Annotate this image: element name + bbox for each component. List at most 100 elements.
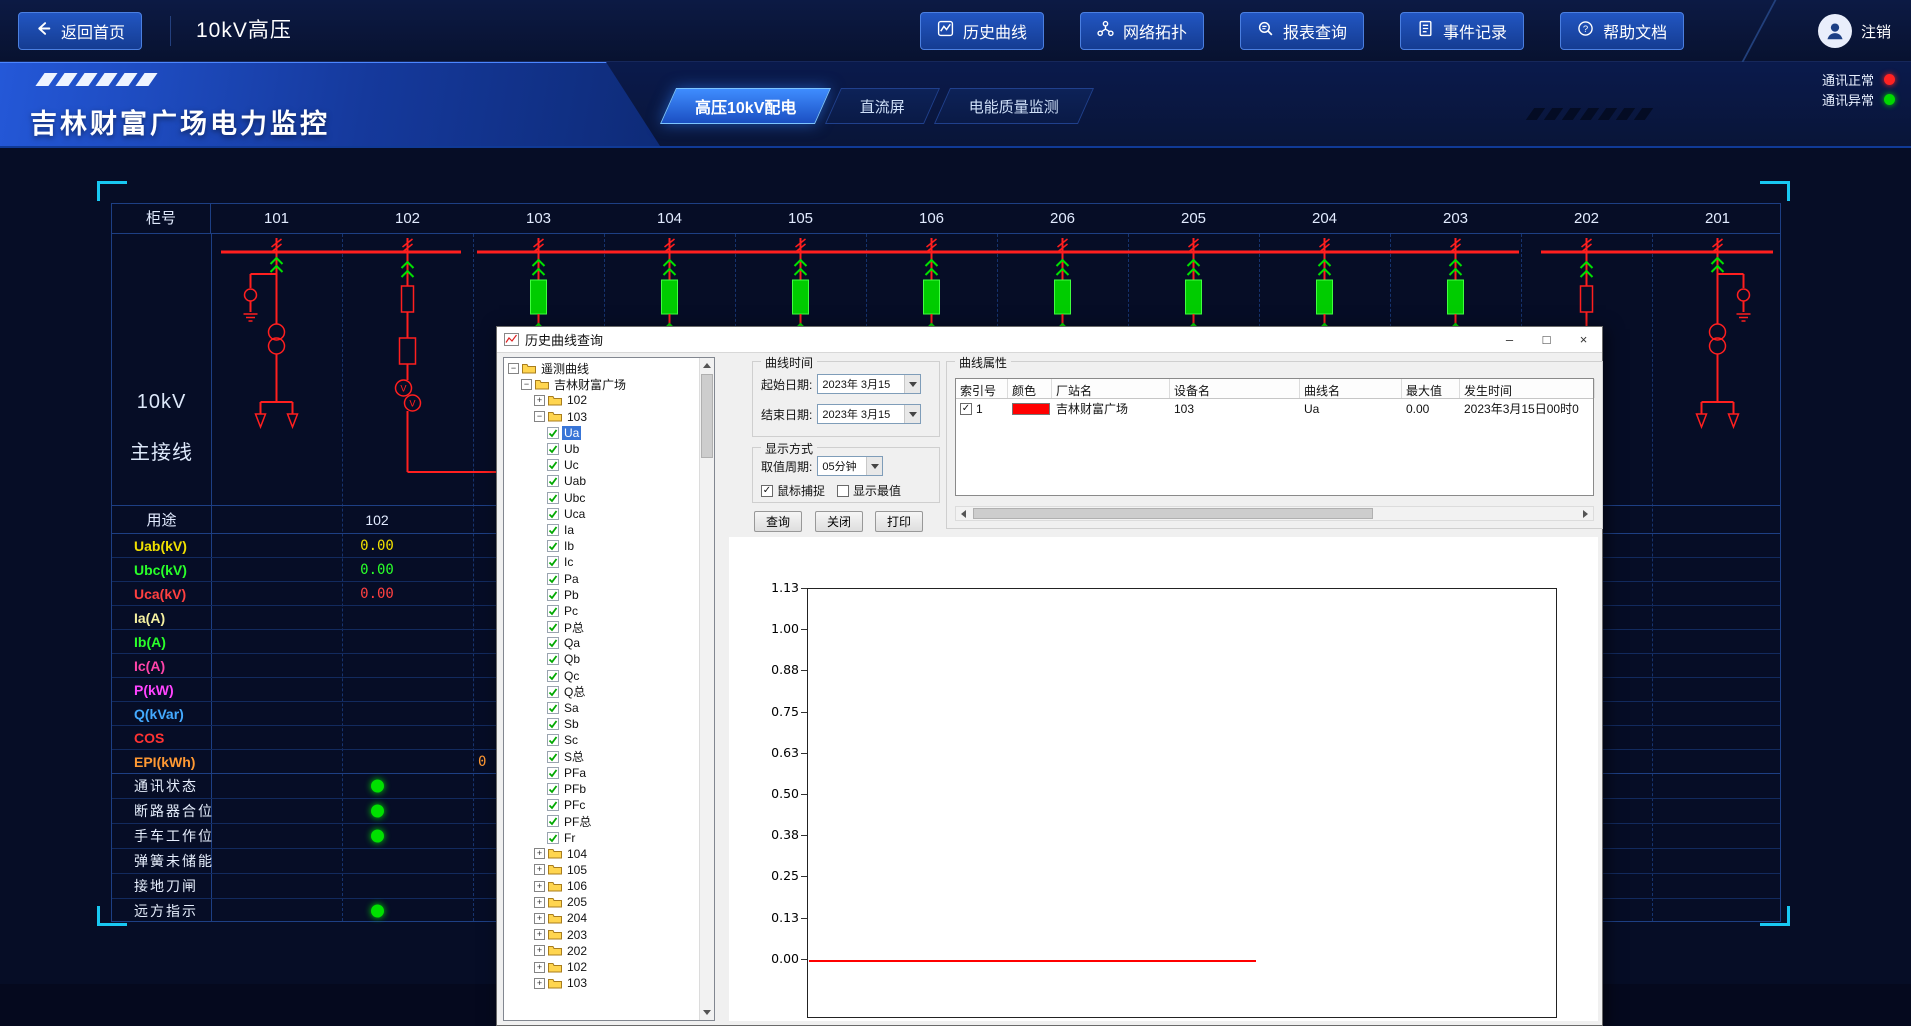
tree-expander-icon[interactable]: + (534, 864, 545, 875)
props-cell-station: 吉林财富广场 (1052, 399, 1170, 418)
dropdown-arrow-icon[interactable] (904, 405, 920, 423)
tree-item-Uc[interactable]: Uc (504, 457, 699, 473)
scroll-up-icon[interactable] (700, 358, 714, 373)
nav-button-network-topology[interactable]: 网络拓扑 (1080, 12, 1204, 50)
tree-item-Sb[interactable]: Sb (504, 716, 699, 732)
close-button[interactable]: × (1565, 327, 1602, 353)
cabinet-number-206: 206 (997, 204, 1128, 234)
tree-expander-icon[interactable]: + (534, 848, 545, 859)
minimize-button[interactable]: – (1491, 327, 1528, 353)
tree-item-PFc[interactable]: PFc (504, 797, 699, 813)
tree-item-Sc[interactable]: Sc (504, 732, 699, 748)
end-date-combo[interactable]: 2023年 3月15 (817, 404, 921, 424)
tree-item-Pa[interactable]: Pa (504, 570, 699, 586)
back-home-button[interactable]: 返回首页 (18, 12, 142, 50)
tree-item-Ubc[interactable]: Ubc (504, 490, 699, 506)
curve-check-icon (547, 767, 559, 779)
nav-button-report-query[interactable]: 报表查询 (1240, 12, 1364, 50)
curve-check-icon (547, 783, 559, 795)
tree-item-P总[interactable]: P总 (504, 619, 699, 635)
tree-item-103[interactable]: +103 (504, 975, 699, 991)
tab-高压10kV配电[interactable]: 高压10kV配电 (660, 88, 831, 124)
tree-expander-icon[interactable]: + (534, 962, 545, 973)
tree-item-203[interactable]: +203 (504, 927, 699, 943)
curve-props-group: 曲线属性 索引号颜色厂站名设备名曲线名最大值发生时间 1吉林财富广场103Ua0… (946, 361, 1603, 529)
tree-expander-icon[interactable]: − (534, 411, 545, 422)
tree-item-Uca[interactable]: Uca (504, 506, 699, 522)
scroll-down-icon[interactable] (700, 1005, 714, 1020)
tree-item-Qc[interactable]: Qc (504, 668, 699, 684)
tree-item-Fr[interactable]: Fr (504, 829, 699, 845)
tree-item-Ua[interactable]: Ua (504, 425, 699, 441)
tree-item-Uab[interactable]: Uab (504, 473, 699, 489)
tree-expander-icon[interactable]: + (534, 929, 545, 940)
tree-item-Pb[interactable]: Pb (504, 587, 699, 603)
period-combo[interactable]: 05分钟 (817, 456, 883, 476)
logout-button[interactable]: 注销 (1818, 12, 1891, 50)
tree-item-Sa[interactable]: Sa (504, 700, 699, 716)
tree-expander-icon[interactable]: + (534, 897, 545, 908)
tree-item-205[interactable]: +205 (504, 894, 699, 910)
tree-expander-icon[interactable]: + (534, 978, 545, 989)
tab-直流屏[interactable]: 直流屏 (825, 88, 940, 124)
checkbox-鼠标捕捉[interactable] (761, 485, 773, 497)
tree-item-吉林财富广场[interactable]: −吉林财富广场 (504, 376, 699, 392)
tree-item-204[interactable]: +204 (504, 910, 699, 926)
tree-item-Q总[interactable]: Q总 (504, 684, 699, 700)
curve-enabled-checkbox[interactable] (960, 403, 972, 415)
status-indicator (211, 780, 543, 793)
tree-item-Ib[interactable]: Ib (504, 538, 699, 554)
tree-expander-icon[interactable]: + (534, 881, 545, 892)
tree-item-Pc[interactable]: Pc (504, 603, 699, 619)
scroll-left-icon[interactable] (956, 507, 971, 520)
tree-item-遥测曲线[interactable]: −遥测曲线 (504, 360, 699, 376)
tree-scrollbar[interactable] (699, 358, 714, 1020)
tree-item-105[interactable]: +105 (504, 862, 699, 878)
tree-expander-icon[interactable]: + (534, 913, 545, 924)
nav-button-event-log[interactable]: 事件记录 (1400, 12, 1524, 50)
dropdown-arrow-icon[interactable] (904, 375, 920, 393)
folder-icon (548, 962, 562, 973)
tree-expander-icon[interactable]: + (534, 395, 545, 406)
tree-expander-icon[interactable]: − (521, 379, 532, 390)
tree-expander-icon[interactable]: + (534, 945, 545, 956)
tree-item-102[interactable]: +102 (504, 959, 699, 975)
cabinet-number-205: 205 (1128, 204, 1259, 234)
props-table-hscrollbar[interactable] (955, 506, 1594, 521)
close-button[interactable]: 关闭 (815, 511, 863, 532)
tab-电能质量监测[interactable]: 电能质量监测 (934, 88, 1094, 124)
tree-scrollbar-thumb[interactable] (701, 374, 713, 458)
folder-icon (548, 945, 562, 956)
nav-button-history-curve[interactable]: 历史曲线 (920, 12, 1044, 50)
tree-item-104[interactable]: +104 (504, 846, 699, 862)
scroll-right-icon[interactable] (1578, 507, 1593, 520)
hscrollbar-thumb[interactable] (973, 508, 1373, 519)
tree-item-103[interactable]: −103 (504, 409, 699, 425)
meter-edge-value: 0 (478, 750, 486, 774)
maximize-button[interactable]: □ (1528, 327, 1565, 353)
decor-slashes-right (1530, 108, 1649, 120)
dialog-titlebar[interactable]: 历史曲线查询 –□× (497, 327, 1602, 353)
tree-item-Ic[interactable]: Ic (504, 554, 699, 570)
dropdown-arrow-icon[interactable] (866, 457, 882, 475)
tree-item-Ia[interactable]: Ia (504, 522, 699, 538)
tree-item-106[interactable]: +106 (504, 878, 699, 894)
tree-item-S总[interactable]: S总 (504, 749, 699, 765)
tree-item-Qa[interactable]: Qa (504, 635, 699, 651)
print-button[interactable]: 打印 (875, 511, 923, 532)
y-axis-label: 0.38 (753, 827, 799, 842)
tree-item-102[interactable]: +102 (504, 392, 699, 408)
topbar-divider (170, 16, 171, 46)
tree-item-PF总[interactable]: PF总 (504, 813, 699, 829)
query-button[interactable]: 查询 (754, 511, 802, 532)
tree-item-PFa[interactable]: PFa (504, 765, 699, 781)
tree-item-Ub[interactable]: Ub (504, 441, 699, 457)
checkbox-显示最值[interactable] (837, 485, 849, 497)
tree-item-PFb[interactable]: PFb (504, 781, 699, 797)
tree-expander-icon[interactable]: − (508, 363, 519, 374)
curve-props-row[interactable]: 1吉林财富广场103Ua0.002023年3月15日00时0 (956, 399, 1593, 418)
start-date-combo[interactable]: 2023年 3月15 (817, 374, 921, 394)
tree-item-202[interactable]: +202 (504, 943, 699, 959)
tree-item-Qb[interactable]: Qb (504, 651, 699, 667)
nav-button-help-doc[interactable]: ?帮助文档 (1560, 12, 1684, 50)
